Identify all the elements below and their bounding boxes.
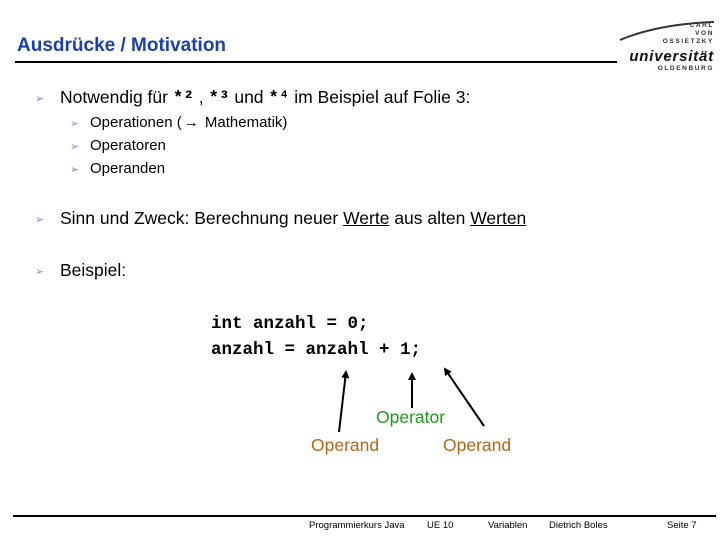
footer-author: Dietrich Boles xyxy=(549,520,608,531)
footer-page-number: Seite 7 xyxy=(667,520,697,531)
arrow-operand-right xyxy=(443,367,485,427)
label-operand-left: Operand xyxy=(311,435,380,455)
arrow-operand-left xyxy=(338,370,350,433)
label-operand-right: Operand xyxy=(443,435,512,455)
footer-topic: Variablen xyxy=(488,520,528,531)
footer-divider xyxy=(13,515,716,517)
label-operator: Operator xyxy=(376,407,446,427)
annotation-arrows xyxy=(338,367,485,433)
footer-course: Programmierkurs Java xyxy=(309,520,405,531)
footer-unit: UE 10 xyxy=(427,520,454,531)
